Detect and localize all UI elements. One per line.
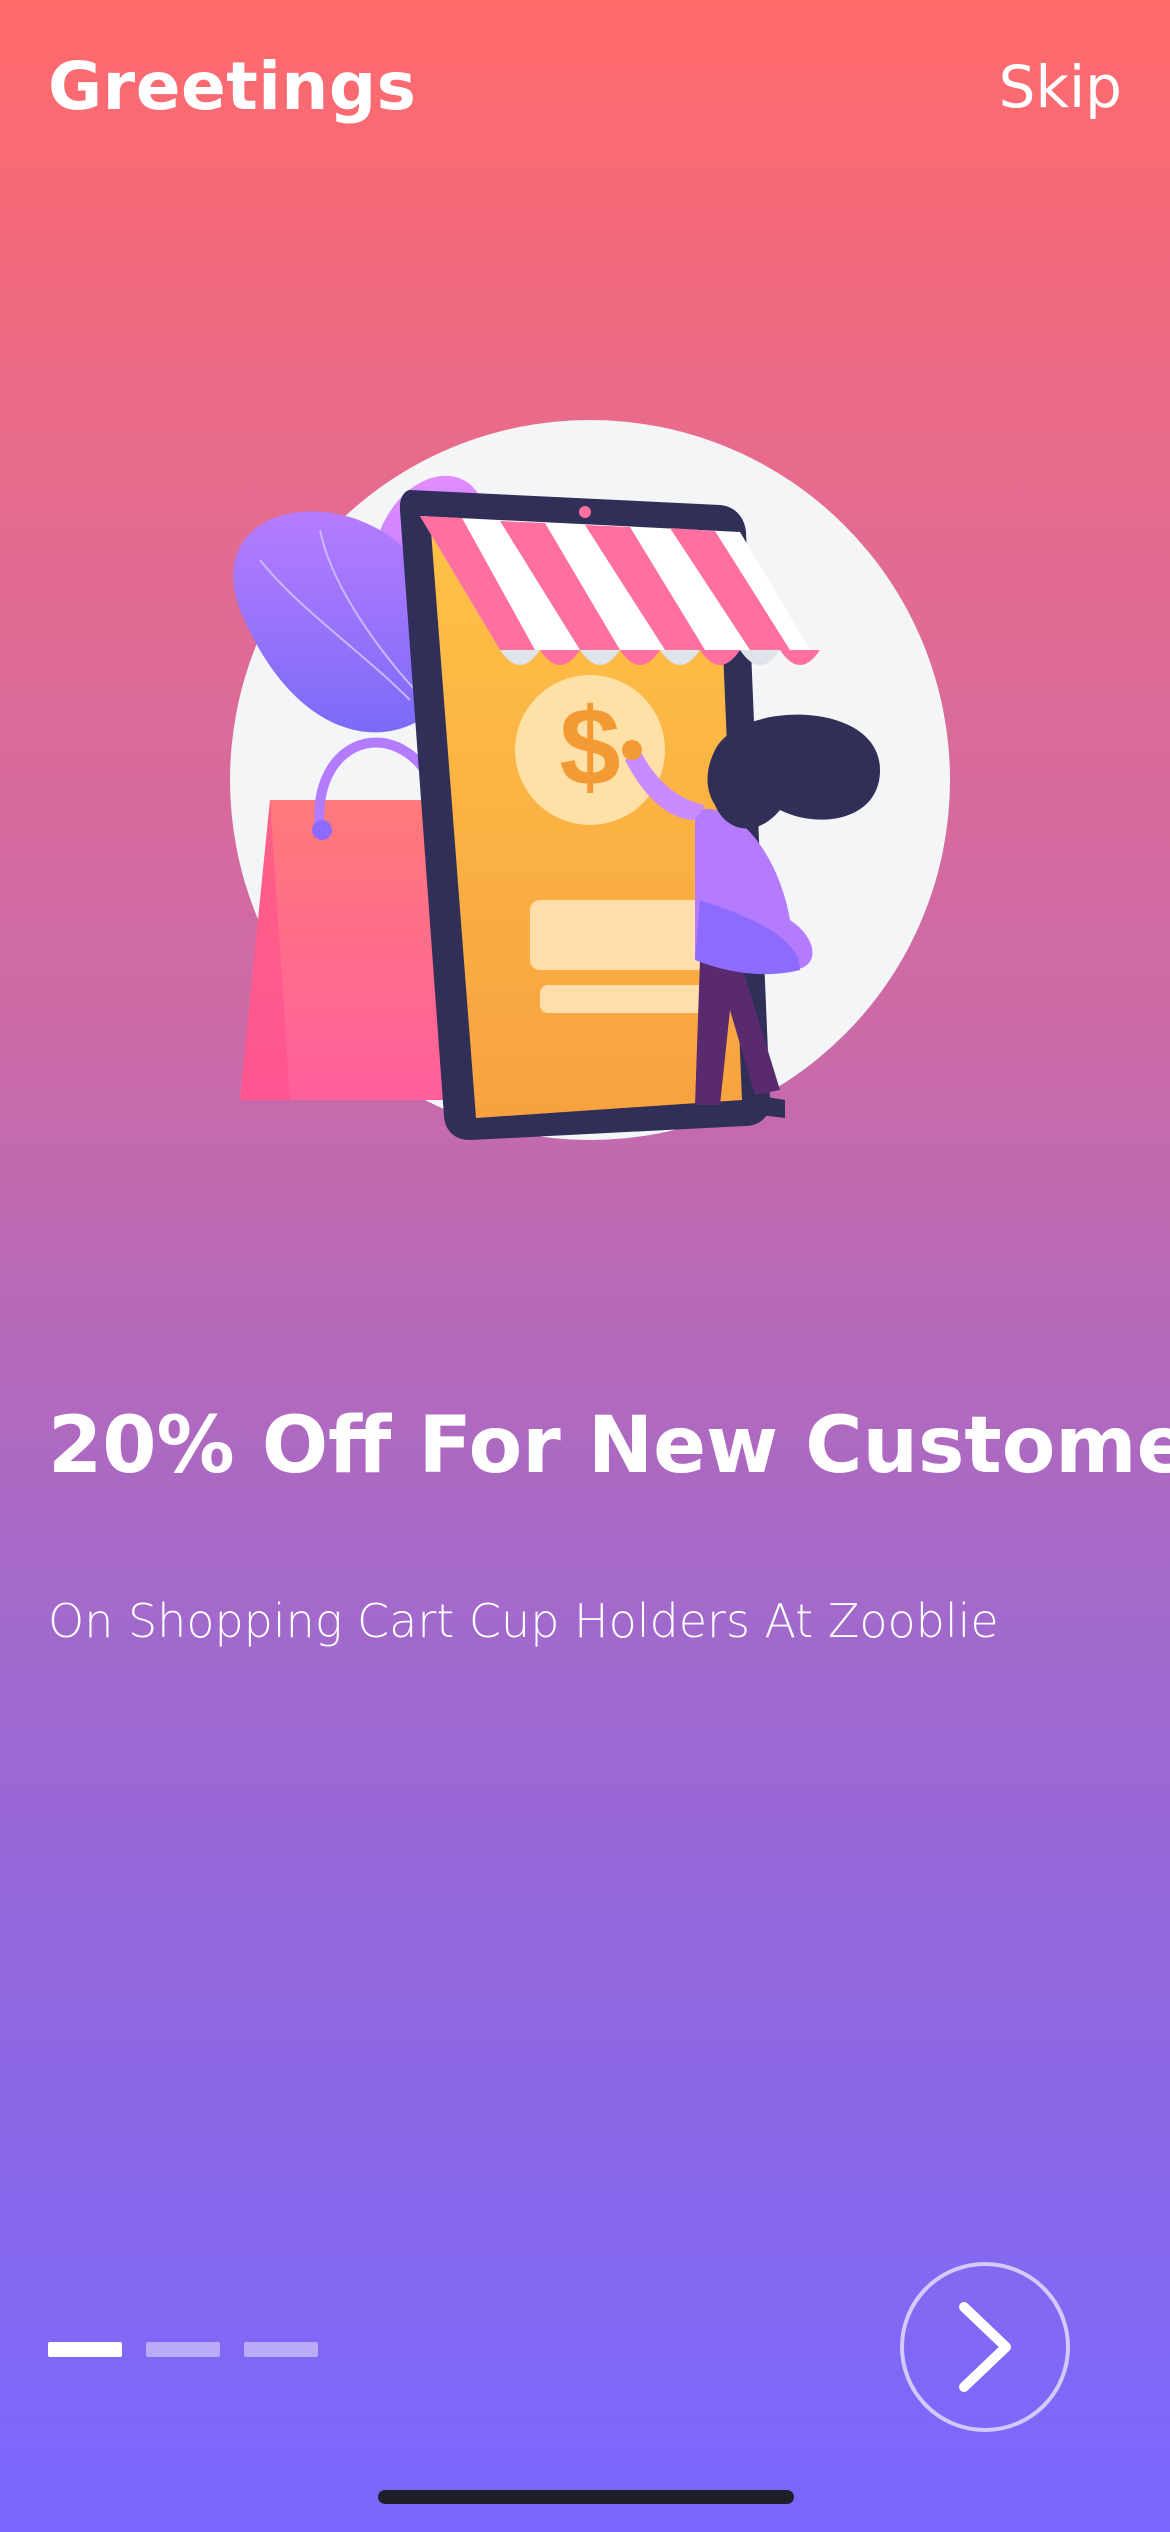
next-button[interactable] bbox=[900, 2262, 1070, 2432]
page-indicator-2 bbox=[146, 2342, 220, 2357]
page-indicator-3 bbox=[244, 2342, 318, 2357]
skip-button[interactable]: Skip bbox=[999, 58, 1122, 116]
character-hair bbox=[707, 714, 880, 829]
promo-headline: 20% Off For New Customers bbox=[48, 1401, 1170, 1491]
onboarding-screen: Greetings Skip $ 20% Off For New Custome… bbox=[0, 0, 1170, 2532]
pagination-indicator bbox=[48, 2342, 318, 2357]
page-title: Greetings bbox=[48, 48, 417, 125]
dollar-icon: $ bbox=[559, 686, 620, 809]
page-indicator-1 bbox=[48, 2342, 122, 2357]
home-indicator bbox=[378, 2490, 794, 2504]
shopping-illustration: $ bbox=[230, 420, 950, 1140]
chevron-right-icon bbox=[959, 2302, 1011, 2392]
promo-subheadline: On Shopping Cart Cup Holders At Zooblie bbox=[48, 1594, 999, 1648]
